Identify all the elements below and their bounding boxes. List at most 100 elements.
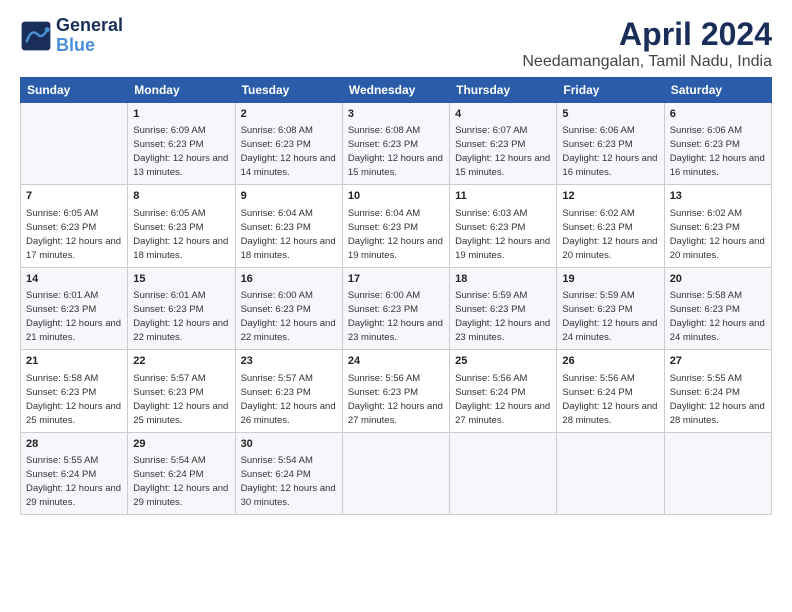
day-number: 9 <box>241 189 337 204</box>
day-number: 11 <box>455 189 551 204</box>
calendar-cell: 21 Sunrise: 5:58 AMSunset: 6:23 PMDayligh… <box>21 350 128 432</box>
day-number: 21 <box>26 354 122 369</box>
week-row-2: 14 Sunrise: 6:01 AMSunset: 6:23 PMDayligh… <box>21 267 772 349</box>
page: General Blue April 2024 Needamangalan, T… <box>0 0 792 612</box>
day-info: Sunrise: 6:04 AMSunset: 6:23 PMDaylight:… <box>348 208 443 261</box>
day-info: Sunrise: 5:55 AMSunset: 6:24 PMDaylight:… <box>26 455 121 508</box>
subtitle: Needamangalan, Tamil Nadu, India <box>522 53 772 71</box>
day-number: 14 <box>26 272 122 287</box>
day-number: 16 <box>241 272 337 287</box>
calendar-cell: 4 Sunrise: 6:07 AMSunset: 6:23 PMDaylight… <box>450 103 557 185</box>
header: General Blue April 2024 Needamangalan, T… <box>20 16 772 71</box>
header-cell-thursday: Thursday <box>450 78 557 103</box>
day-number: 27 <box>670 354 766 369</box>
title-block: April 2024 Needamangalan, Tamil Nadu, In… <box>522 16 772 71</box>
day-number: 8 <box>133 189 229 204</box>
day-info: Sunrise: 6:01 AMSunset: 6:23 PMDaylight:… <box>26 290 121 343</box>
day-number: 25 <box>455 354 551 369</box>
calendar-cell: 19Sunrise: 5:59 AMSunset: 6:23 PMDayligh… <box>557 267 664 349</box>
day-info: Sunrise: 6:04 AMSunset: 6:23 PMDaylight:… <box>241 208 336 261</box>
calendar-cell: 20 Sunrise: 5:58 AMSunset: 6:23 PMDayligh… <box>664 267 771 349</box>
calendar-cell: 10 Sunrise: 6:04 AMSunset: 6:23 PMDayligh… <box>342 185 449 267</box>
day-number: 26 <box>562 354 658 369</box>
logo: General Blue <box>20 16 123 56</box>
calendar-cell: 7Sunrise: 6:05 AMSunset: 6:23 PMDaylight… <box>21 185 128 267</box>
calendar-cell: 28 Sunrise: 5:55 AMSunset: 6:24 PMDayligh… <box>21 432 128 514</box>
calendar-cell <box>342 432 449 514</box>
day-info: Sunrise: 5:56 AMSunset: 6:24 PMDaylight:… <box>562 373 657 426</box>
header-row: SundayMondayTuesdayWednesdayThursdayFrid… <box>21 78 772 103</box>
calendar-cell: 13 Sunrise: 6:02 AMSunset: 6:23 PMDayligh… <box>664 185 771 267</box>
calendar-cell: 30 Sunrise: 5:54 AMSunset: 6:24 PMDayligh… <box>235 432 342 514</box>
day-info: Sunrise: 6:02 AMSunset: 6:23 PMDaylight:… <box>562 208 657 261</box>
day-info: Sunrise: 6:05 AMSunset: 6:23 PMDaylight:… <box>133 208 228 261</box>
day-info: Sunrise: 5:56 AMSunset: 6:24 PMDaylight:… <box>455 373 550 426</box>
day-number: 4 <box>455 107 551 122</box>
day-number: 6 <box>670 107 766 122</box>
calendar-cell: 3Sunrise: 6:08 AMSunset: 6:23 PMDaylight… <box>342 103 449 185</box>
day-number: 13 <box>670 189 766 204</box>
day-number: 12 <box>562 189 658 204</box>
calendar-cell: 22 Sunrise: 5:57 AMSunset: 6:23 PMDayligh… <box>128 350 235 432</box>
day-number: 20 <box>670 272 766 287</box>
day-info: Sunrise: 5:57 AMSunset: 6:23 PMDaylight:… <box>133 373 228 426</box>
calendar-cell: 17Sunrise: 6:00 AMSunset: 6:23 PMDayligh… <box>342 267 449 349</box>
day-info: Sunrise: 6:03 AMSunset: 6:23 PMDaylight:… <box>455 208 550 261</box>
calendar-cell: 11 Sunrise: 6:03 AMSunset: 6:23 PMDayligh… <box>450 185 557 267</box>
main-title: April 2024 <box>522 16 772 53</box>
calendar-cell: 16 Sunrise: 6:00 AMSunset: 6:23 PMDayligh… <box>235 267 342 349</box>
day-number: 22 <box>133 354 229 369</box>
header-cell-tuesday: Tuesday <box>235 78 342 103</box>
day-info: Sunrise: 5:55 AMSunset: 6:24 PMDaylight:… <box>670 373 765 426</box>
day-number: 7 <box>26 189 122 204</box>
day-number: 30 <box>241 437 337 452</box>
header-cell-wednesday: Wednesday <box>342 78 449 103</box>
day-info: Sunrise: 5:57 AMSunset: 6:23 PMDaylight:… <box>241 373 336 426</box>
day-number: 10 <box>348 189 444 204</box>
calendar-cell: 23Sunrise: 5:57 AMSunset: 6:23 PMDayligh… <box>235 350 342 432</box>
calendar-cell: 1 Sunrise: 6:09 AMSunset: 6:23 PMDaylight… <box>128 103 235 185</box>
day-info: Sunrise: 6:00 AMSunset: 6:23 PMDaylight:… <box>241 290 336 343</box>
week-row-3: 21 Sunrise: 5:58 AMSunset: 6:23 PMDayligh… <box>21 350 772 432</box>
day-number: 24 <box>348 354 444 369</box>
week-row-4: 28 Sunrise: 5:55 AMSunset: 6:24 PMDayligh… <box>21 432 772 514</box>
day-info: Sunrise: 5:59 AMSunset: 6:23 PMDaylight:… <box>562 290 657 343</box>
week-row-0: 1 Sunrise: 6:09 AMSunset: 6:23 PMDaylight… <box>21 103 772 185</box>
day-info: Sunrise: 5:58 AMSunset: 6:23 PMDaylight:… <box>670 290 765 343</box>
day-info: Sunrise: 5:58 AMSunset: 6:23 PMDaylight:… <box>26 373 121 426</box>
calendar-cell: 15Sunrise: 6:01 AMSunset: 6:23 PMDayligh… <box>128 267 235 349</box>
day-number: 5 <box>562 107 658 122</box>
day-number: 17 <box>348 272 444 287</box>
logo-text: General Blue <box>56 16 123 56</box>
calendar-cell <box>21 103 128 185</box>
calendar-cell: 8 Sunrise: 6:05 AMSunset: 6:23 PMDaylight… <box>128 185 235 267</box>
day-number: 15 <box>133 272 229 287</box>
header-cell-monday: Monday <box>128 78 235 103</box>
day-number: 1 <box>133 107 229 122</box>
calendar-cell: 29 Sunrise: 5:54 AMSunset: 6:24 PMDayligh… <box>128 432 235 514</box>
day-number: 28 <box>26 437 122 452</box>
calendar-cell: 2 Sunrise: 6:08 AMSunset: 6:23 PMDaylight… <box>235 103 342 185</box>
calendar-cell <box>557 432 664 514</box>
calendar-cell: 12 Sunrise: 6:02 AMSunset: 6:23 PMDayligh… <box>557 185 664 267</box>
day-info: Sunrise: 6:06 AMSunset: 6:23 PMDaylight:… <box>670 125 765 178</box>
calendar-cell: 5 Sunrise: 6:06 AMSunset: 6:23 PMDaylight… <box>557 103 664 185</box>
day-info: Sunrise: 5:56 AMSunset: 6:23 PMDaylight:… <box>348 373 443 426</box>
day-info: Sunrise: 5:54 AMSunset: 6:24 PMDaylight:… <box>241 455 336 508</box>
day-info: Sunrise: 6:02 AMSunset: 6:23 PMDaylight:… <box>670 208 765 261</box>
day-info: Sunrise: 6:08 AMSunset: 6:23 PMDaylight:… <box>241 125 336 178</box>
day-info: Sunrise: 6:07 AMSunset: 6:23 PMDaylight:… <box>455 125 550 178</box>
calendar-table: SundayMondayTuesdayWednesdayThursdayFrid… <box>20 77 772 515</box>
logo-icon <box>20 20 52 52</box>
week-row-1: 7 Sunrise: 6:05 AMSunset: 6:23 PMDaylight… <box>21 185 772 267</box>
day-info: Sunrise: 6:09 AMSunset: 6:23 PMDaylight:… <box>133 125 228 178</box>
day-number: 2 <box>241 107 337 122</box>
calendar-cell: 6 Sunrise: 6:06 AMSunset: 6:23 PMDaylight… <box>664 103 771 185</box>
day-number: 29 <box>133 437 229 452</box>
calendar-cell: 27 Sunrise: 5:55 AMSunset: 6:24 PMDayligh… <box>664 350 771 432</box>
calendar-cell: 9 Sunrise: 6:04 AMSunset: 6:23 PMDaylight… <box>235 185 342 267</box>
calendar-cell: 14 Sunrise: 6:01 AMSunset: 6:23 PMDayligh… <box>21 267 128 349</box>
day-info: Sunrise: 5:54 AMSunset: 6:24 PMDaylight:… <box>133 455 228 508</box>
day-info: Sunrise: 6:06 AMSunset: 6:23 PMDaylight:… <box>562 125 657 178</box>
header-cell-friday: Friday <box>557 78 664 103</box>
